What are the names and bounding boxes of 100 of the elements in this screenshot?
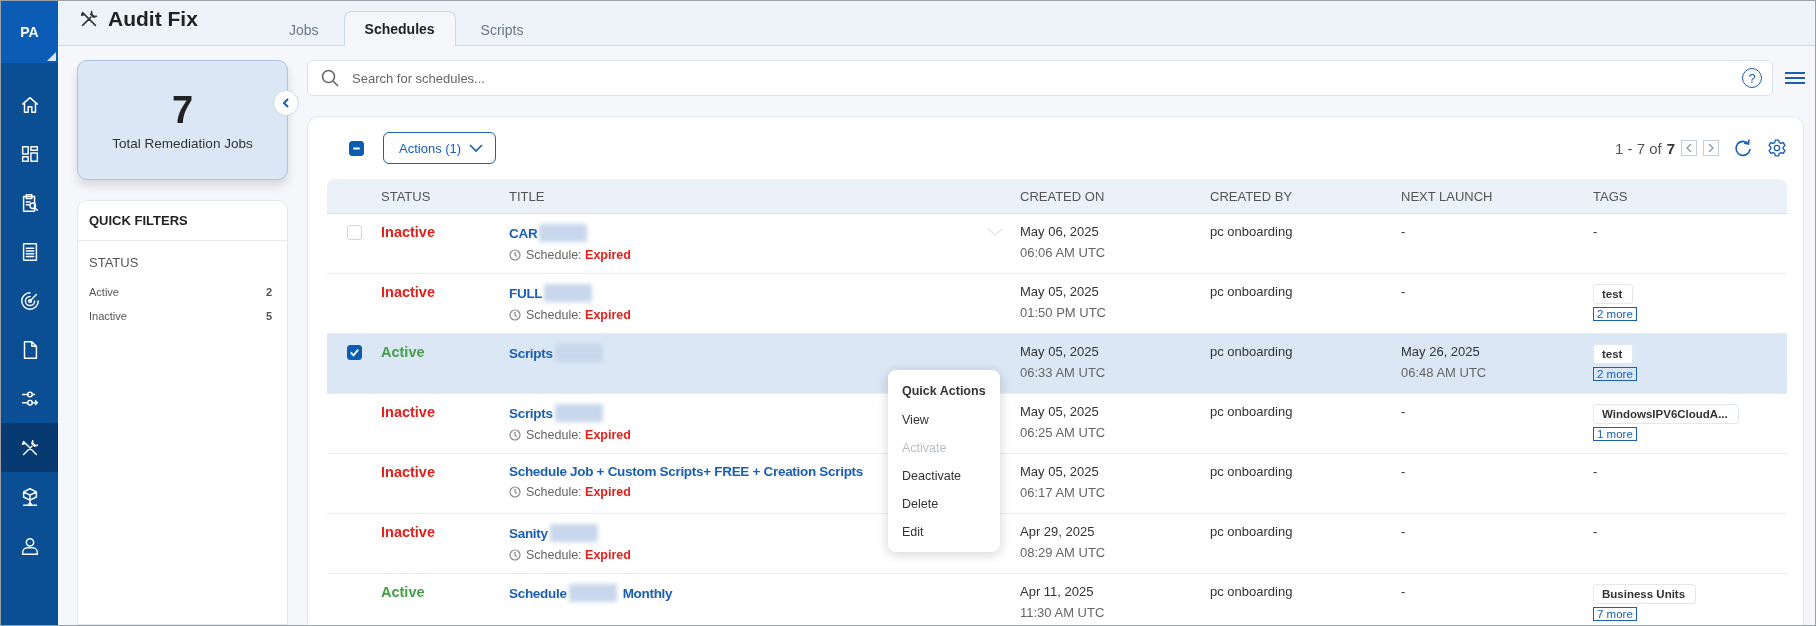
status-text: Inactive (381, 224, 435, 240)
nav-item[interactable] (1, 423, 58, 472)
tag: test (1593, 344, 1634, 364)
tab[interactable]: Jobs (268, 12, 340, 46)
panel-heading: QUICK FILTERS (78, 201, 287, 241)
date-text: May 05, 2025 (1020, 344, 1099, 359)
previous-page-button[interactable] (1681, 140, 1697, 156)
table-row[interactable]: Active Schedule Monthly Apr 11, 2025 11:30 AM UTC pc onboarding - Business Units 7 more (327, 574, 1787, 625)
chevron-left-icon (1685, 143, 1693, 153)
schedule-title-link[interactable]: Schedule (509, 585, 567, 601)
redacted-text (539, 224, 588, 242)
menu-icon[interactable] (1785, 70, 1805, 86)
pagination-range: 1 - 7 of (1614, 139, 1662, 157)
time-text: 06:17 AM UTC (1020, 485, 1106, 500)
creator-text: pc onboarding (1210, 224, 1293, 239)
schedule-title-link[interactable]: Scripts (509, 345, 553, 361)
more-tags-link[interactable]: 2 more (1593, 307, 1637, 321)
creator-text: pc onboarding (1210, 524, 1293, 539)
schedule-status: Schedule: Expired (526, 428, 631, 442)
date-text: - (1401, 224, 1406, 239)
more-tags-link[interactable]: 1 more (1593, 427, 1637, 441)
next-page-button[interactable] (1703, 140, 1719, 156)
schedule-title-link[interactable]: CAR (509, 225, 538, 241)
date-text: May 05, 2025 (1020, 464, 1099, 479)
status-text: Inactive (381, 284, 435, 300)
app-title: Audit Fix (108, 7, 198, 31)
date-text: May 26, 2025 (1401, 344, 1480, 359)
menu-item[interactable]: View (888, 406, 1000, 434)
search-field[interactable]: Search for schedules... ? (307, 60, 1773, 96)
refresh-icon[interactable] (1733, 138, 1753, 158)
filter-count: 2 (265, 286, 272, 298)
summary-label: Total Remediation Jobs (112, 136, 253, 151)
column-header[interactable]: NEXT LAUNCH (1401, 179, 1593, 213)
date-text: - (1401, 404, 1406, 419)
check-icon (347, 346, 361, 359)
date-text: Apr 11, 2025 (1020, 584, 1094, 599)
settings-icon[interactable] (1767, 138, 1787, 158)
schedule-title-link[interactable]: Sanity (509, 525, 548, 541)
row-checkbox[interactable] (346, 345, 362, 360)
column-header[interactable]: TAGS (1593, 179, 1787, 213)
status-text: Active (381, 344, 425, 360)
clock-icon (509, 549, 521, 561)
filter-count: 5 (265, 310, 272, 322)
tag: WindowsIPV6CloudA... (1593, 404, 1739, 424)
tab[interactable]: Scripts (459, 12, 545, 46)
menu-item[interactable]: Deactivate (888, 462, 1000, 490)
time-text: 11:30 AM UTC (1020, 605, 1105, 620)
redacted-text (568, 584, 617, 602)
actions-dropdown[interactable]: Actions (1) (383, 132, 497, 164)
creator-text: pc onboarding (1210, 404, 1293, 419)
empty-tags-text: - (1593, 524, 1598, 539)
date-text: - (1401, 584, 1406, 599)
menu-item[interactable]: Edit (888, 518, 1000, 546)
schedule-status: Schedule: Expired (526, 248, 631, 262)
chevron-right-icon (1707, 143, 1715, 153)
empty-tags-text: - (1593, 224, 1598, 239)
search-icon (320, 68, 340, 88)
status-text: Inactive (381, 524, 435, 540)
time-text: 06:06 AM UTC (1020, 245, 1106, 260)
more-tags-link[interactable]: 7 more (1593, 607, 1637, 621)
schedule-title-link[interactable]: Schedule Job + Custom Scripts+ FREE + Creation Scripts (509, 464, 864, 479)
date-text: May 06, 2025 (1020, 224, 1099, 239)
more-tags-link[interactable]: 2 more (1593, 367, 1637, 381)
select-all-checkbox[interactable] (349, 140, 364, 156)
schedule-status: Schedule: Expired (526, 548, 631, 562)
filter-option[interactable]: Inactive (89, 310, 127, 322)
table-row[interactable]: Inactive CAR Schedule: Expired May 06, 2025 06:06 AM UTC pc onboarding - - (327, 214, 1787, 274)
filter-option[interactable]: Active (89, 286, 119, 298)
empty-tags-text: - (1593, 464, 1598, 479)
time-text: 06:48 AM UTC (1401, 365, 1487, 380)
job-count: 7 (171, 89, 194, 132)
column-header[interactable]: CREATED BY (1210, 179, 1401, 213)
date-text: - (1401, 284, 1406, 299)
total-count: 7 (1666, 139, 1675, 157)
user-avatar[interactable]: PA (20, 24, 39, 40)
column-header[interactable]: CREATED ON (1020, 179, 1210, 213)
redacted-text (544, 284, 593, 302)
clock-icon (509, 486, 521, 498)
time-text: 06:25 AM UTC (1020, 425, 1106, 440)
date-text: Apr 29, 2025 (1020, 524, 1095, 539)
creator-text: pc onboarding (1210, 464, 1293, 479)
status-text: Active (381, 584, 425, 600)
schedule-title-link[interactable]: FULL (509, 285, 543, 301)
column-header[interactable]: STATUS (381, 179, 509, 213)
status-text: Inactive (381, 404, 435, 420)
date-text: - (1401, 464, 1406, 479)
column-header[interactable]: TITLE (509, 179, 1020, 213)
clock-icon (509, 249, 521, 261)
time-text: 01:50 PM UTC (1020, 305, 1106, 320)
schedule-title-link[interactable]: Monthly (622, 585, 673, 601)
schedule-title-link[interactable]: Scripts (509, 405, 553, 421)
tab[interactable]: Schedules (343, 11, 456, 46)
clock-icon (509, 309, 521, 321)
chevron-left-icon (280, 97, 292, 109)
status-text: Inactive (381, 464, 435, 480)
date-text: - (1401, 524, 1406, 539)
tag: Business Units (1593, 584, 1697, 604)
time-text: 08:29 AM UTC (1020, 545, 1106, 560)
radar-icon (18, 289, 41, 312)
clock-icon (509, 429, 521, 441)
